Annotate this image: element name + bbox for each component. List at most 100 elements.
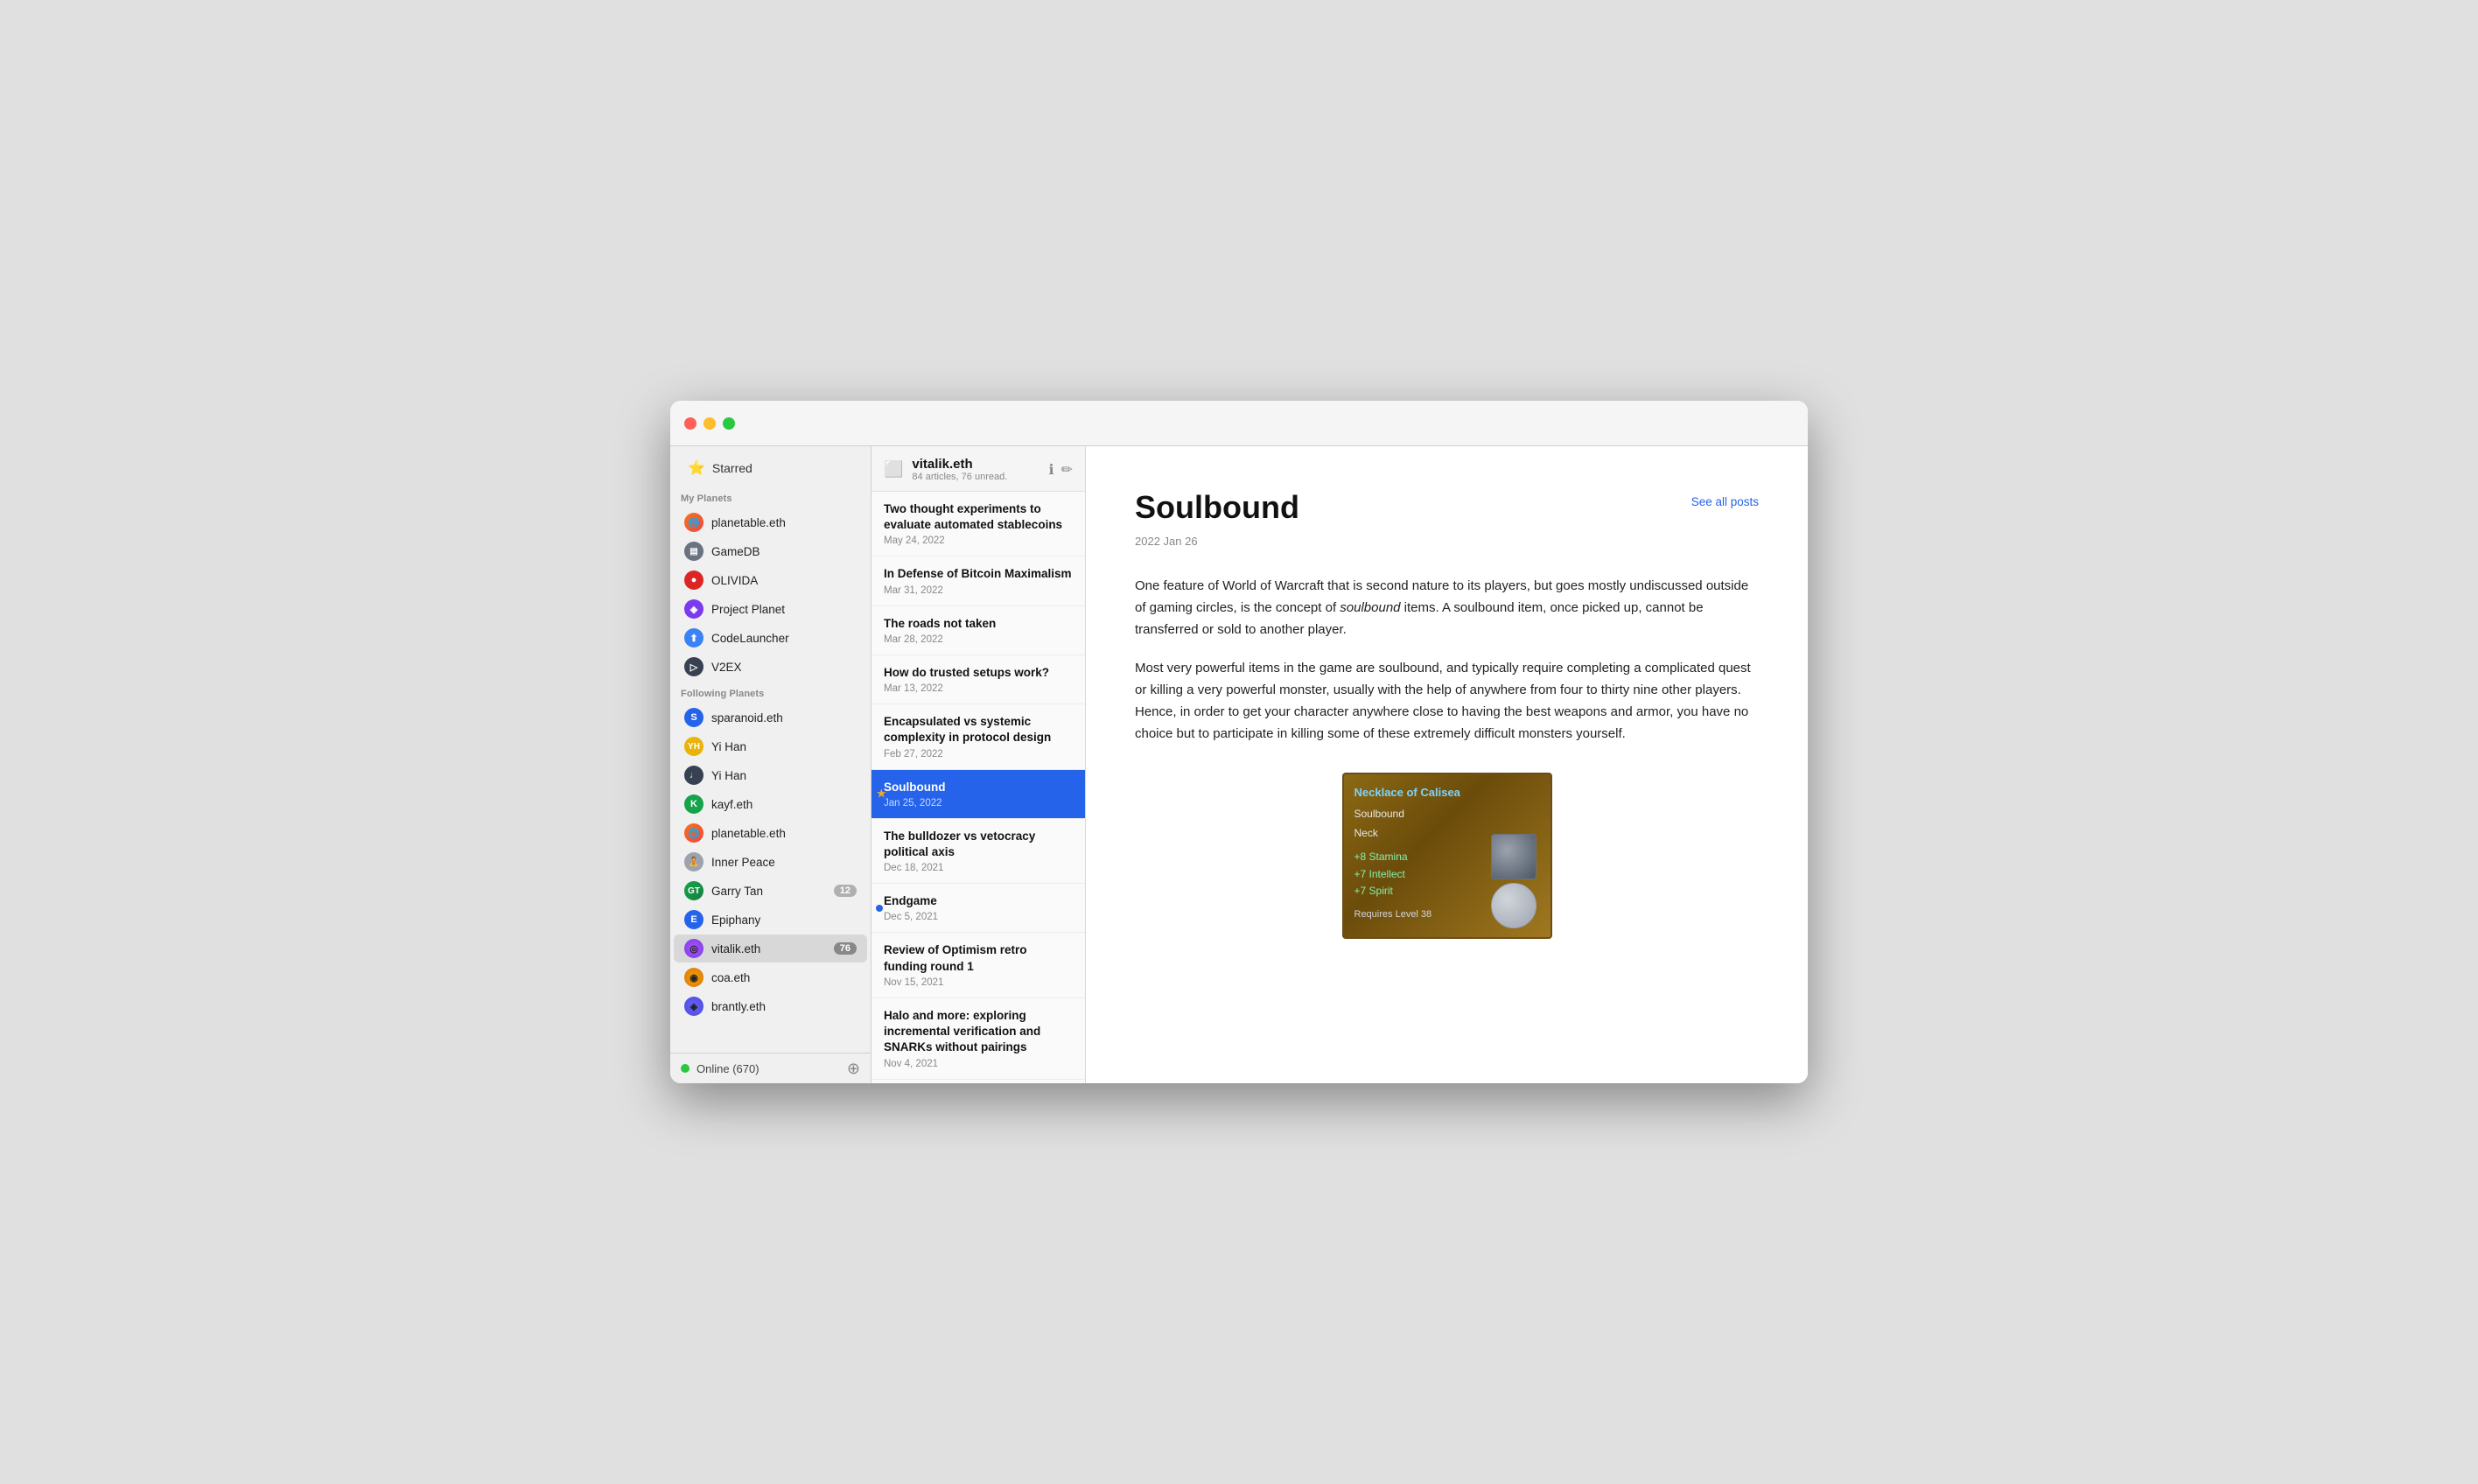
sidebar-item-garrytan[interactable]: GT Garry Tan 12 [674,877,867,905]
avatar-gamedb: ▤ [684,542,704,561]
label-sparanoid: sparanoid.eth [711,711,857,724]
article-title-optimism: Review of Optimism retro funding round 1 [884,942,1073,974]
article-date-soulbound: Jan 25, 2022 [884,798,1073,808]
avatar-garrytan: GT [684,881,704,900]
label-innerpeace: Inner Peace [711,856,857,869]
article-paragraph-2: Most very powerful items in the game are… [1135,658,1759,745]
avatar-sparanoid: S [684,708,704,727]
article-scroll: Two thought experiments to evaluate auto… [872,492,1085,1083]
avatar-project: ◈ [684,599,704,619]
label-yihan1: Yi Han [711,740,857,753]
article-item-endgame[interactable]: EndgameDec 5, 2021 [872,884,1085,933]
titlebar [670,401,1808,446]
info-icon[interactable]: ℹ [1049,461,1054,479]
article-item-encapsulated[interactable]: Encapsulated vs systemic complexity in p… [872,704,1085,769]
avatar-yihan2: ♩ [684,766,704,785]
label-gamedb: GameDB [711,545,857,558]
sidebar-item-planetable2[interactable]: 🌐planetable.eth [674,819,867,847]
item-stat1: +8 Stamina [1354,849,1479,865]
unread-dot-indicator [876,905,883,912]
article-content-panel[interactable]: Soulbound 2022 Jan 26 See all posts One … [1086,446,1808,1083]
article-title-soulbound: Soulbound [884,780,1073,795]
sidebar-item-starred[interactable]: ⭐ Starred [681,455,860,481]
article-date-two-thought: May 24, 2022 [884,536,1073,546]
label-code: CodeLauncher [711,632,857,645]
content-header: Soulbound 2022 Jan 26 See all posts [1135,488,1759,548]
article-list-panel: ⬜ vitalik.eth 84 articles, 76 unread. ℹ … [872,446,1086,1083]
article-date-optimism: Nov 15, 2021 [884,977,1073,988]
article-item-trusted[interactable]: How do trusted setups work?Mar 13, 2022 [872,655,1085,704]
sidebar-item-project[interactable]: ◈Project Planet [674,595,867,623]
sidebar-item-epiphany[interactable]: EEpiphany [674,906,867,934]
article-item-soulbound[interactable]: ★SoulboundJan 25, 2022 [872,770,1085,819]
traffic-lights [684,417,735,430]
fullscreen-button[interactable] [723,417,735,430]
sidebar-item-coa[interactable]: ◉coa.eth [674,963,867,991]
avatar-brantly: ◈ [684,997,704,1016]
avatar-planetable: 🌐 [684,513,704,532]
star-icon: ⭐ [688,459,705,477]
article-publish-date: 2022 Jan 26 [1135,535,1299,548]
sidebar-bottom: Online (670) ⊕ [670,1053,871,1083]
sidebar-item-brantly[interactable]: ◈brantly.eth [674,992,867,1020]
article-title-trusted: How do trusted setups work? [884,665,1073,681]
article-header-left: Soulbound 2022 Jan 26 [1135,488,1299,548]
minimize-button[interactable] [704,417,716,430]
article-item-optimism[interactable]: Review of Optimism retro funding round 1… [872,933,1085,998]
article-item-bulldozer[interactable]: The bulldozer vs vetocracy political axi… [872,819,1085,884]
avatar-coa: ◉ [684,968,704,987]
article-item-bitcoin-max[interactable]: In Defense of Bitcoin MaximalismMar 31, … [872,556,1085,606]
item-gem-icon [1491,834,1536,879]
article-item-crypto-cities[interactable]: Crypto CitiesOct 30, 2021 [872,1080,1085,1084]
sidebar-item-vitalik[interactable]: ◎vitalik.eth76 [674,934,867,962]
sidebar-item-kayf[interactable]: Kkayf.eth [674,790,867,818]
item-name: Necklace of Calisea [1354,783,1479,802]
sidebar-item-olivida[interactable]: ●OLIVIDA [674,566,867,594]
sidebar-item-yihan2[interactable]: ♩ Yi Han [674,761,867,789]
avatar-code: ⬆ [684,628,704,648]
sidebar-item-gamedb[interactable]: ▤ GameDB [674,537,867,565]
planet-list-icon: ⬜ [884,460,903,479]
avatar-innerpeace: 🧘 [684,852,704,872]
article-date-bulldozer: Dec 18, 2021 [884,863,1073,873]
avatar-v2ex: ▷ [684,657,704,676]
label-epiphany: Epiphany [711,914,857,927]
label-kayf: kayf.eth [711,798,857,811]
item-card-container: Necklace of Calisea Soulbound Neck +8 St… [1135,773,1759,939]
my-planets-label: My Planets [670,486,871,508]
my-planets-list: 🌐planetable.eth ▤ GameDB ●OLIVIDA◈Project P… [670,508,871,682]
following-planets-list: Ssparanoid.eth YH Yi Han ♩ Yi Han Kkayf.eth🌐p… [670,703,871,1021]
planet-title-block: vitalik.eth 84 articles, 76 unread. [912,457,1007,482]
badge-garrytan: 12 [834,885,857,897]
avatar-vitalik: ◎ [684,939,704,958]
close-button[interactable] [684,417,696,430]
compose-icon[interactable]: ✏ [1061,461,1073,479]
item-stats: +8 Stamina +7 Intellect +7 Spirit [1354,849,1479,900]
label-garrytan: Garry Tan [711,885,826,898]
main-content: ⭐ Starred My Planets 🌐planetable.eth ▤ Gam… [670,446,1808,1083]
label-vitalik: vitalik.eth [711,942,826,956]
label-v2ex: V2EX [711,661,857,674]
sidebar-item-v2ex[interactable]: ▷ V2EX [674,653,867,681]
article-item-halo[interactable]: Halo and more: exploring incremental ver… [872,998,1085,1080]
sidebar-item-code[interactable]: ⬆ CodeLauncher [674,624,867,652]
sidebar-item-sparanoid[interactable]: Ssparanoid.eth [674,704,867,732]
planet-meta: 84 articles, 76 unread. [912,472,1007,482]
see-all-posts-link[interactable]: See all posts [1691,495,1759,508]
article-title-roads: The roads not taken [884,616,1073,632]
add-channel-button[interactable]: ⊕ [847,1060,860,1076]
main-window: ⭐ Starred My Planets 🌐planetable.eth ▤ Gam… [670,401,1808,1083]
sidebar-item-planetable[interactable]: 🌐planetable.eth [674,508,867,536]
article-item-roads[interactable]: The roads not taken Mar 28, 2022 [872,606,1085,655]
sidebar-item-yihan1[interactable]: YH Yi Han [674,732,867,760]
article-title-endgame: Endgame [884,893,1073,909]
article-date-halo: Nov 4, 2021 [884,1059,1073,1069]
sidebar-item-innerpeace[interactable]: 🧘 Inner Peace [674,848,867,876]
article-title-bulldozer: The bulldozer vs vetocracy political axi… [884,829,1073,860]
avatar-yihan1: YH [684,737,704,756]
label-yihan2: Yi Han [711,769,857,782]
article-date-roads: Mar 28, 2022 [884,634,1073,645]
article-item-two-thought[interactable]: Two thought experiments to evaluate auto… [872,492,1085,556]
article-title-encapsulated: Encapsulated vs systemic complexity in p… [884,714,1073,746]
item-image-area [1488,783,1540,928]
